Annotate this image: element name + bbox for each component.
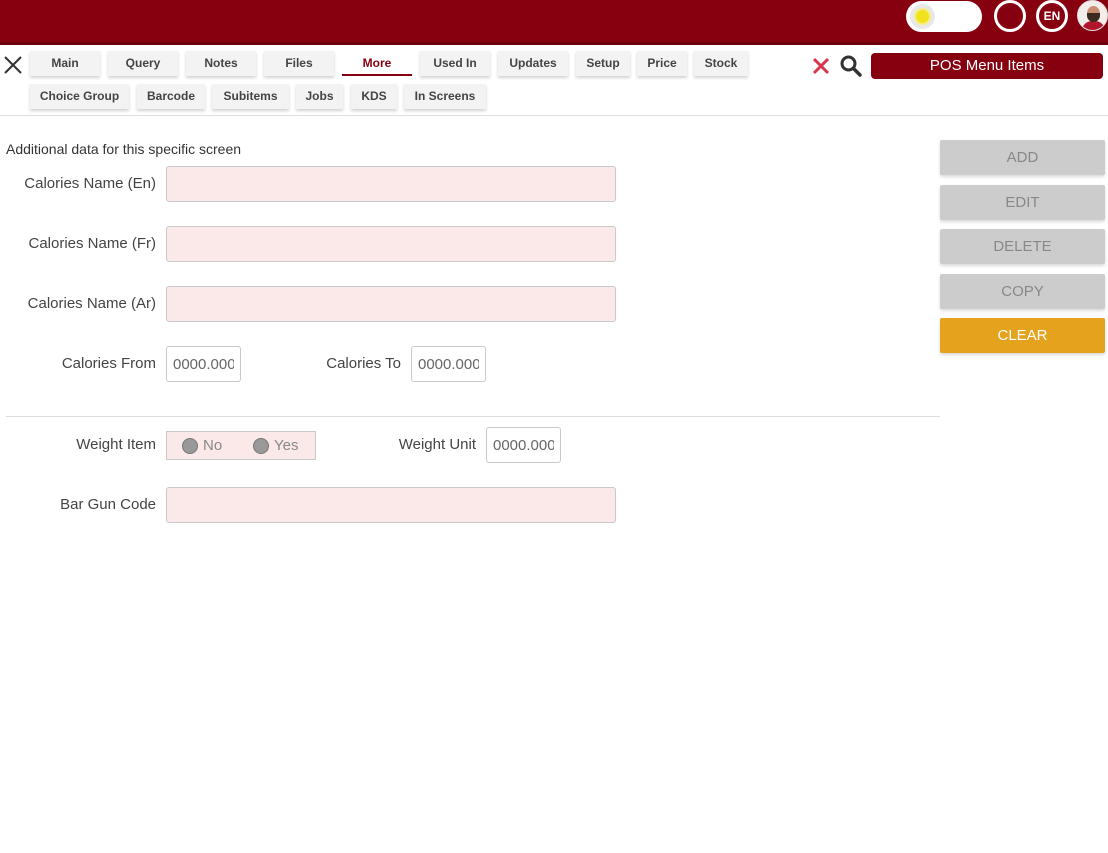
theme-toggle[interactable] xyxy=(906,1,982,32)
avatar[interactable] xyxy=(1077,0,1108,31)
tab-stock[interactable]: Stock xyxy=(694,51,748,76)
weight-item-no-option[interactable]: No xyxy=(182,437,242,455)
delete-button[interactable]: DELETE xyxy=(940,229,1105,264)
tab-more[interactable]: More xyxy=(342,51,412,76)
tab-used-in[interactable]: Used In xyxy=(420,51,490,76)
section-note: Additional data for this specific screen xyxy=(6,141,242,157)
tab-kds[interactable]: KDS xyxy=(351,84,397,109)
radio-yes-label: Yes xyxy=(274,437,299,454)
weight-item-label: Weight Item xyxy=(76,436,156,453)
toggle-knob xyxy=(910,4,935,29)
clear-button[interactable]: CLEAR xyxy=(940,318,1105,353)
calories-name-ar-label: Calories Name (Ar) xyxy=(27,295,156,312)
tab-notes[interactable]: Notes xyxy=(186,51,256,76)
calories-to-label: Calories To xyxy=(326,355,401,372)
close-icon[interactable] xyxy=(2,54,24,76)
language-button[interactable]: EN xyxy=(1036,0,1068,32)
bar-gun-code-label: Bar Gun Code xyxy=(60,496,156,513)
tab-choice-group[interactable]: Choice Group xyxy=(30,84,129,109)
bar-gun-code-input[interactable] xyxy=(166,487,616,523)
calories-from-input[interactable] xyxy=(166,346,241,382)
copy-button[interactable]: COPY xyxy=(940,274,1105,309)
weight-item-radio-group: No Yes xyxy=(166,431,316,460)
radio-no-label: No xyxy=(203,437,223,454)
tab-files[interactable]: Files xyxy=(264,51,334,76)
calories-name-fr-input[interactable] xyxy=(166,226,616,262)
tab-query[interactable]: Query xyxy=(108,51,178,76)
calories-name-en-input[interactable] xyxy=(166,166,616,202)
calories-to-input[interactable] xyxy=(411,346,486,382)
add-button[interactable]: ADD xyxy=(940,140,1105,175)
header-divider xyxy=(0,115,1108,116)
tab-jobs[interactable]: Jobs xyxy=(296,84,343,109)
weight-unit-label: Weight Unit xyxy=(398,436,476,453)
radio-no-dot[interactable] xyxy=(182,438,198,454)
notification-circle-button[interactable] xyxy=(994,0,1026,32)
tab-main[interactable]: Main xyxy=(30,51,100,76)
tab-subitems[interactable]: Subitems xyxy=(212,84,289,109)
search-icon[interactable] xyxy=(839,54,863,78)
weight-item-yes-option[interactable]: Yes xyxy=(253,437,313,455)
radio-yes-dot[interactable] xyxy=(253,438,269,454)
calories-from-label: Calories From xyxy=(61,355,156,372)
clear-search-icon[interactable] xyxy=(810,55,832,77)
tab-updates[interactable]: Updates xyxy=(498,51,568,76)
edit-button[interactable]: EDIT xyxy=(940,185,1105,220)
tab-in-screens[interactable]: In Screens xyxy=(404,84,486,109)
section-divider xyxy=(6,416,940,417)
tab-setup[interactable]: Setup xyxy=(576,51,630,76)
calories-name-ar-input[interactable] xyxy=(166,286,616,322)
calories-name-en-label: Calories Name (En) xyxy=(24,175,156,192)
tab-price[interactable]: Price xyxy=(637,51,687,76)
tab-barcode[interactable]: Barcode xyxy=(137,84,205,109)
top-bar: EN xyxy=(0,0,1108,45)
sun-icon xyxy=(916,10,929,23)
calories-name-fr-label: Calories Name (Fr) xyxy=(28,235,156,252)
weight-unit-input[interactable] xyxy=(486,427,561,463)
screen-title: POS Menu Items xyxy=(871,53,1103,79)
